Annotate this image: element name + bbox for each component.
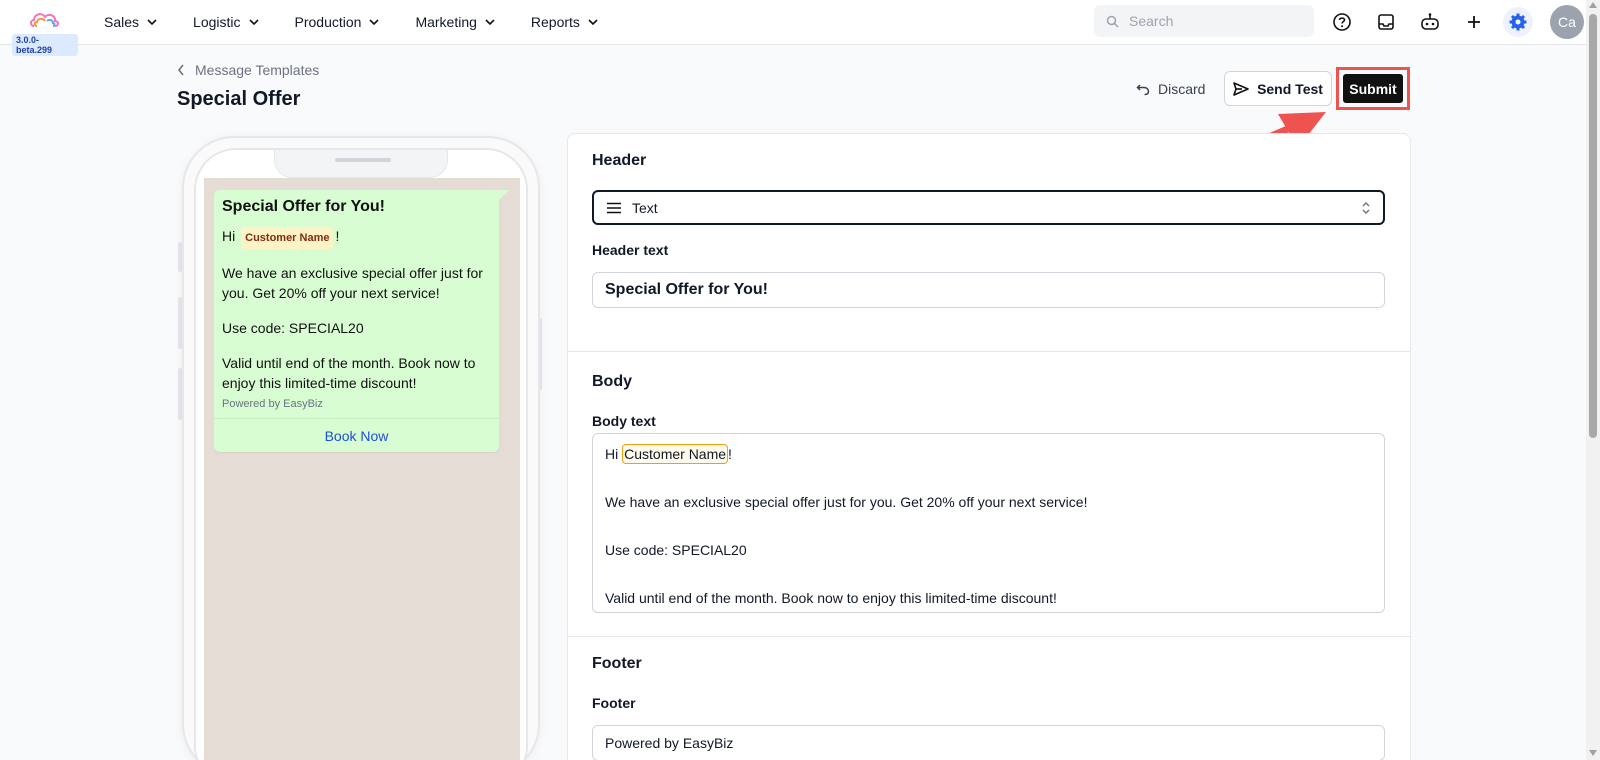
greeting-prefix: Hi [222, 228, 236, 244]
discard-label: Discard [1158, 81, 1206, 97]
scroll-thumb[interactable] [1589, 14, 1597, 438]
chevron-updown-icon [1362, 202, 1370, 214]
preview-cta-button[interactable]: Book Now [214, 418, 499, 444]
preview-paragraph: Use code: SPECIAL20 [222, 320, 364, 336]
section-title: Body [592, 373, 632, 390]
search-icon [1106, 15, 1119, 28]
send-test-button[interactable]: Send Test [1224, 71, 1332, 106]
section-title: Header [592, 152, 647, 169]
field-label: Body text [592, 413, 656, 429]
body-paragraph: We have an exclusive special offer just … [605, 494, 1088, 510]
body-section: Body Body text Hi Customer Name! We have… [568, 352, 1410, 637]
phone-preview: Special Offer for You! Hi Customer Name!… [182, 136, 540, 760]
search-placeholder: Search [1129, 13, 1174, 29]
nav-label: Marketing [415, 14, 477, 30]
preview-footer: Powered by EasyBiz [222, 398, 323, 410]
variable-chip: Customer Name [241, 227, 334, 249]
body-greeting: Hi Customer Name! [605, 442, 1372, 466]
body-greeting-prefix: Hi [605, 446, 623, 462]
nav-logistic[interactable]: Logistic [193, 14, 259, 30]
cloud-logo-icon [30, 13, 59, 27]
bot-icon[interactable] [1418, 10, 1442, 34]
body-paragraph: Valid until end of the month. Book now t… [605, 590, 1057, 606]
breadcrumb[interactable]: Message Templates [177, 62, 319, 78]
app-logo[interactable]: 3.0.0-beta.299 [6, 6, 78, 56]
bubble-tail [497, 190, 509, 202]
inbox-icon[interactable] [1374, 10, 1398, 34]
chevron-down-icon [369, 19, 380, 26]
page-scrollbar[interactable] [1586, 0, 1600, 760]
preview-greeting: Hi Customer Name! [222, 226, 491, 249]
preview-header: Special Offer for You! [222, 198, 385, 215]
body-text-area[interactable]: Hi Customer Name! We have an exclusive s… [592, 433, 1385, 613]
nav-label: Reports [530, 14, 580, 30]
phone-notch [274, 150, 448, 178]
chevron-down-icon [248, 19, 259, 26]
submit-highlight: Submit [1336, 67, 1410, 110]
nav-reports[interactable]: Reports [531, 14, 598, 30]
discard-button[interactable]: Discard [1136, 74, 1205, 104]
undo-icon [1136, 84, 1150, 96]
submit-button[interactable]: Submit [1343, 74, 1403, 103]
page-title: Special Offer [177, 88, 301, 110]
template-form: Header Text Header text Special Offer fo… [567, 133, 1411, 760]
phone-frame: Special Offer for You! Hi Customer Name!… [194, 148, 528, 760]
greeting-suffix: ! [335, 228, 340, 244]
chat-background: Special Offer for You! Hi Customer Name!… [204, 178, 520, 760]
version-badge: 3.0.0-beta.299 [12, 34, 78, 56]
nav-production[interactable]: Production [295, 14, 380, 30]
header-section: Header Text Header text Special Offer fo… [568, 134, 1410, 352]
help-icon[interactable] [1330, 10, 1354, 34]
footer-input[interactable]: Powered by EasyBiz [592, 725, 1385, 760]
preview-paragraph: We have an exclusive special offer just … [222, 265, 483, 301]
scroll-up-icon[interactable] [1589, 2, 1597, 8]
message-bubble: Special Offer for You! Hi Customer Name!… [214, 190, 509, 452]
chevron-down-icon [588, 19, 598, 26]
field-label: Footer [592, 695, 636, 711]
top-navbar: 3.0.0-beta.299 Sales Logistic Production… [0, 0, 1586, 56]
nav-sales[interactable]: Sales [104, 14, 157, 30]
field-label: Header text [592, 242, 669, 258]
body-paragraph: Use code: SPECIAL20 [605, 542, 747, 558]
nav-marketing[interactable]: Marketing [415, 14, 495, 30]
phone-speaker [335, 158, 391, 162]
header-text-input[interactable]: Special Offer for You! [592, 272, 1385, 308]
preview-paragraph: Valid until end of the month. Book now t… [222, 355, 476, 391]
select-value: Text [632, 199, 658, 216]
chevron-down-icon [485, 19, 495, 26]
body-variable-chip[interactable]: Customer Name [622, 444, 729, 464]
nav-label: Production [294, 14, 362, 30]
header-type-select[interactable]: Text [592, 190, 1385, 225]
plus-icon[interactable] [1462, 10, 1486, 34]
breadcrumb-label: Message Templates [195, 62, 320, 78]
avatar[interactable]: Ca [1550, 5, 1584, 39]
scroll-down-icon[interactable] [1589, 750, 1597, 756]
menu-lines-icon [607, 202, 621, 213]
body-greeting-suffix: ! [728, 446, 732, 462]
send-icon [1233, 81, 1249, 96]
nav-label: Logistic [193, 14, 241, 30]
nav-label: Sales [104, 14, 140, 30]
chevron-left-icon [177, 64, 184, 76]
section-title: Footer [592, 655, 642, 672]
search-input[interactable]: Search [1094, 5, 1314, 37]
send-test-label: Send Test [1257, 80, 1323, 97]
main-nav: Sales Logistic Production Marketing Repo… [104, 0, 634, 44]
footer-section: Footer Footer Powered by EasyBiz [568, 637, 1410, 760]
chevron-down-icon [147, 19, 157, 26]
gear-icon[interactable] [1503, 7, 1533, 37]
